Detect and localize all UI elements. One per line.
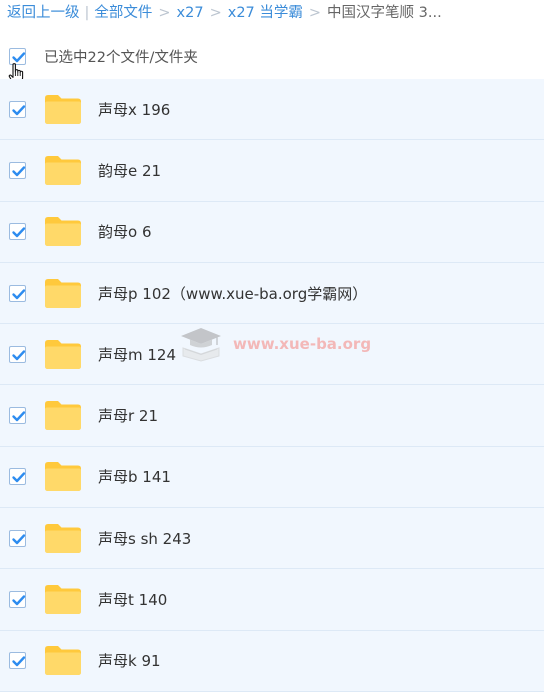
chevron-right-icon: > (209, 5, 222, 21)
checkmark-icon (12, 104, 26, 115)
breadcrumb: 返回上一级 | 全部文件 > x27 > x27 当学霸 > 中国汉字笔顺 3.… (7, 0, 442, 26)
row-checkbox[interactable] (9, 468, 26, 486)
checkmark-icon (12, 411, 26, 422)
file-list: 声母x 196 韵母e 21 韵母o 6 声母p 102（www.xue-ba.… (0, 79, 544, 692)
breadcrumb-current: 中国汉字笔顺 3... (327, 5, 442, 21)
file-name[interactable]: 韵母e 21 (98, 160, 161, 181)
file-name[interactable]: 声母t 140 (98, 589, 167, 610)
folder-icon (45, 401, 81, 431)
file-name[interactable]: 声母m 124 (98, 344, 176, 365)
checkmark-icon (12, 656, 26, 667)
file-name[interactable]: 声母s sh 243 (98, 528, 191, 549)
file-row[interactable]: 声母k 91 (0, 630, 544, 692)
row-checkbox[interactable] (9, 223, 26, 241)
file-row[interactable]: 声母r 21 (0, 385, 544, 447)
back-link[interactable]: 返回上一级 (7, 0, 80, 26)
folder-icon (45, 462, 81, 492)
breadcrumb-all-files[interactable]: 全部文件 (94, 0, 152, 26)
row-checkbox[interactable] (9, 345, 26, 363)
select-all-bar: 已选中22个文件/文件夹 (0, 36, 544, 76)
file-name[interactable]: 声母k 91 (98, 650, 161, 671)
checkmark-icon (12, 166, 26, 177)
row-checkbox[interactable] (9, 161, 26, 179)
row-checkbox[interactable] (9, 100, 26, 118)
checkmark-icon (12, 227, 26, 238)
chevron-right-icon: > (308, 5, 322, 21)
row-checkbox[interactable] (9, 529, 26, 547)
checkmark-icon (12, 534, 26, 544)
folder-icon (45, 523, 81, 553)
row-checkbox[interactable] (9, 407, 26, 425)
file-row[interactable]: 韵母o 6 (0, 201, 544, 263)
file-name[interactable]: 声母b 141 (98, 466, 171, 487)
row-checkbox[interactable] (9, 652, 26, 670)
folder-icon (45, 94, 81, 124)
file-name[interactable]: 声母r 21 (98, 405, 158, 426)
checkmark-icon (12, 350, 26, 361)
file-row[interactable]: 韵母e 21 (0, 140, 544, 202)
file-row[interactable]: 声母t 140 (0, 569, 544, 631)
selection-count-text: 已选中22个文件/文件夹 (44, 49, 198, 66)
file-name[interactable]: 声母p 102（www.xue-ba.org学霸网） (98, 283, 367, 304)
folder-icon (45, 155, 81, 185)
chevron-right-icon: > (158, 5, 171, 21)
row-checkbox[interactable] (9, 591, 26, 609)
breadcrumb-x27[interactable]: x27 (177, 0, 204, 26)
breadcrumb-x27-dangxueba[interactable]: x27 当学霸 (228, 0, 303, 26)
file-name[interactable]: 韵母o 6 (98, 221, 152, 242)
file-row[interactable]: 声母p 102（www.xue-ba.org学霸网） (0, 262, 544, 325)
folder-icon (45, 339, 81, 369)
breadcrumb-divider: | (84, 5, 90, 21)
file-row[interactable]: 声母m 124 (0, 324, 544, 386)
folder-icon (45, 217, 81, 247)
file-row[interactable]: 声母x 196 (0, 79, 544, 141)
folder-icon (45, 646, 81, 676)
file-name[interactable]: 声母x 196 (98, 99, 170, 120)
folder-icon (45, 278, 81, 308)
checkmark-icon (12, 472, 26, 483)
checkmark-icon (12, 595, 26, 606)
file-row[interactable]: 声母b 141 (0, 446, 544, 509)
checkmark-icon (12, 288, 26, 299)
row-checkbox[interactable] (9, 284, 26, 302)
folder-icon (45, 585, 81, 615)
file-row[interactable]: 声母s sh 243 (0, 508, 544, 570)
